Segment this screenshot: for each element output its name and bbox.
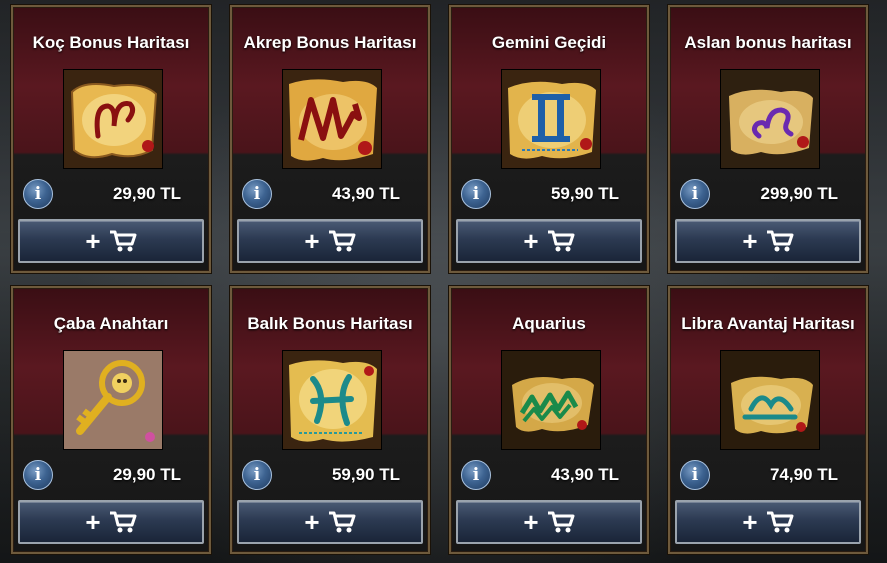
add-to-cart-button[interactable]: + bbox=[18, 219, 204, 263]
golden-key-image bbox=[63, 350, 163, 450]
cart-icon bbox=[328, 511, 356, 533]
price-label: 74,90 TL bbox=[769, 465, 838, 484]
add-to-cart-button[interactable]: + bbox=[456, 219, 642, 263]
libra-map-image bbox=[720, 350, 820, 450]
cart-icon bbox=[109, 230, 137, 252]
plus-icon: + bbox=[523, 226, 539, 256]
card-title: Balık Bonus Haritası bbox=[247, 314, 413, 333]
store-card: Libra Avantaj Haritası i 74,90 TL + bbox=[668, 286, 868, 554]
cart-icon bbox=[328, 230, 356, 252]
cart-icon bbox=[766, 511, 794, 533]
info-button[interactable]: i bbox=[680, 460, 710, 490]
plus-icon: + bbox=[85, 226, 101, 256]
plus-icon: + bbox=[304, 226, 320, 256]
aquarius-map-image bbox=[501, 350, 601, 450]
card-title: Akrep Bonus Haritası bbox=[243, 33, 417, 52]
card-title: Aquarius bbox=[512, 314, 586, 333]
price-label: 29,90 TL bbox=[112, 465, 181, 484]
store-card: Çaba Anahtarı i 29,90 TL + bbox=[11, 286, 211, 554]
card-title: Gemini Geçidi bbox=[491, 33, 607, 52]
aries-map-image bbox=[63, 69, 163, 169]
store-card: Gemini Geçidi i 59,90 TL + bbox=[449, 5, 649, 273]
info-button[interactable]: i bbox=[23, 179, 53, 209]
cart-icon bbox=[547, 511, 575, 533]
info-button[interactable]: i bbox=[242, 179, 272, 209]
cart-icon bbox=[547, 230, 575, 252]
cart-icon bbox=[766, 230, 794, 252]
info-button[interactable]: i bbox=[461, 460, 491, 490]
plus-icon: + bbox=[523, 507, 539, 537]
card-title: Libra Avantaj Haritası bbox=[681, 314, 855, 333]
add-to-cart-button[interactable]: + bbox=[18, 500, 204, 544]
add-to-cart-button[interactable]: + bbox=[675, 500, 861, 544]
pisces-map-image bbox=[282, 350, 382, 450]
card-title: Aslan bonus haritası bbox=[684, 33, 852, 52]
price-label: 59,90 TL bbox=[331, 465, 400, 484]
plus-icon: + bbox=[742, 507, 758, 537]
card-title: Koç Bonus Haritası bbox=[32, 33, 190, 52]
add-to-cart-button[interactable]: + bbox=[456, 500, 642, 544]
info-button[interactable]: i bbox=[242, 460, 272, 490]
add-to-cart-button[interactable]: + bbox=[237, 500, 423, 544]
price-label: 43,90 TL bbox=[550, 465, 619, 484]
card-title: Çaba Anahtarı bbox=[53, 314, 169, 333]
info-button[interactable]: i bbox=[23, 460, 53, 490]
add-to-cart-button[interactable]: + bbox=[675, 219, 861, 263]
plus-icon: + bbox=[85, 507, 101, 537]
store-card: Koç Bonus Haritası i 29,90 TL + bbox=[11, 5, 211, 273]
scorpio-map-image bbox=[282, 69, 382, 169]
store-card: Balık Bonus Haritası i 59,90 TL + bbox=[230, 286, 430, 554]
price-label: 299,90 TL bbox=[760, 184, 839, 203]
store-card: Aslan bonus haritası i 299,90 TL + bbox=[668, 5, 868, 273]
price-label: 29,90 TL bbox=[112, 184, 181, 203]
store-card: Aquarius i 43,90 TL + bbox=[449, 286, 649, 554]
info-button[interactable]: i bbox=[461, 179, 491, 209]
gemini-map-image bbox=[501, 69, 601, 169]
store-card: Akrep Bonus Haritası i 43,90 TL + bbox=[230, 5, 430, 273]
plus-icon: + bbox=[304, 507, 320, 537]
cart-icon bbox=[109, 511, 137, 533]
price-label: 43,90 TL bbox=[331, 184, 400, 203]
item-grid: Koç Bonus Haritası i 29,90 TL + Akrep Bo… bbox=[0, 0, 887, 563]
leo-map-image bbox=[720, 69, 820, 169]
price-label: 59,90 TL bbox=[550, 184, 619, 203]
info-button[interactable]: i bbox=[680, 179, 710, 209]
plus-icon: + bbox=[742, 226, 758, 256]
add-to-cart-button[interactable]: + bbox=[237, 219, 423, 263]
